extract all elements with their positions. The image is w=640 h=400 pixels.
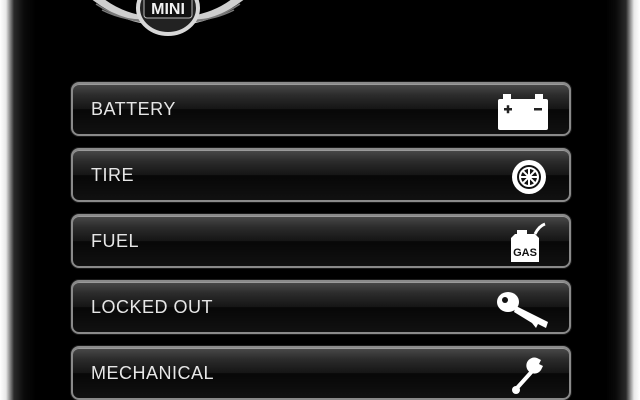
- menu-button-mechanical[interactable]: MECHANICAL: [71, 346, 571, 400]
- menu-label-fuel: FUEL: [91, 231, 140, 251]
- menu-button-locked-out[interactable]: LOCKED OUT: [71, 280, 571, 334]
- device-bezel-right: [606, 0, 640, 400]
- battery-icon: [498, 94, 548, 130]
- menu-label-tire: TIRE: [91, 165, 135, 185]
- key-icon: [497, 292, 548, 328]
- tire-icon: [512, 160, 546, 194]
- menu-button-tire[interactable]: TIRE: [71, 148, 571, 202]
- device-bezel-left: [0, 0, 36, 400]
- device-frame: MINI BATTERY TIRE FUEL GAS LOCKED OUT ME…: [0, 0, 640, 400]
- menu-button-battery[interactable]: BATTERY: [71, 82, 571, 136]
- app-screen: MINI BATTERY TIRE FUEL GAS LOCKED OUT ME…: [36, 0, 606, 400]
- wrench-icon: [512, 357, 543, 394]
- menu-label-battery: BATTERY: [91, 99, 176, 119]
- menu-label-mechanical: MECHANICAL: [91, 363, 215, 383]
- gas-can-icon: GAS: [511, 222, 546, 262]
- mini-logo: MINI: [92, 0, 244, 36]
- menu-button-fuel[interactable]: FUEL GAS: [71, 214, 571, 268]
- logo-text: MINI: [151, 1, 185, 18]
- menu-label-locked-out: LOCKED OUT: [91, 297, 214, 317]
- gas-can-text: GAS: [513, 247, 537, 259]
